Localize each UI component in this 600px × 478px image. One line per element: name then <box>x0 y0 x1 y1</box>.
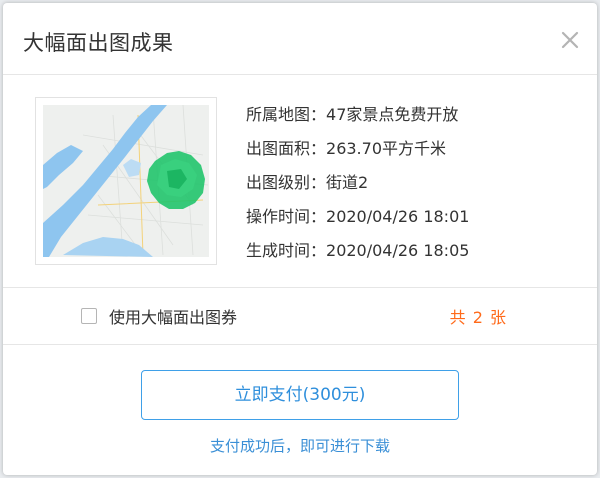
info-row-generated-time: 生成时间：2020/04/26 18:05 <box>246 239 469 273</box>
close-icon[interactable] <box>557 27 583 53</box>
info-row-area: 出图面积：263.70平方千米 <box>246 137 469 171</box>
pay-now-button[interactable]: 立即支付(300元) <box>141 370 459 420</box>
info-label: 出图面积： <box>246 139 327 158</box>
info-label: 操作时间： <box>246 207 327 226</box>
voucher-checkbox[interactable] <box>81 308 97 324</box>
dialog-title: 大幅面出图成果 <box>23 31 174 55</box>
payment-note: 支付成功后，即可进行下载 <box>209 437 390 455</box>
info-value: 47家景点免费开放 <box>326 105 459 124</box>
result-info-list: 所属地图：47家景点免费开放 出图面积：263.70平方千米 出图级别：街道2 … <box>246 103 469 273</box>
info-label: 生成时间： <box>246 241 327 260</box>
info-label: 所属地图： <box>246 105 327 124</box>
voucher-row: 使用大幅面出图券 共 2 张 <box>3 287 597 345</box>
info-label: 出图级别： <box>246 173 327 192</box>
dialog-header: 大幅面出图成果 <box>3 3 597 75</box>
info-row-level: 出图级别：街道2 <box>246 171 469 205</box>
map-thumbnail[interactable] <box>35 97 217 265</box>
info-value: 2020/04/26 18:05 <box>326 241 470 260</box>
map-preview-image <box>43 105 209 257</box>
info-value: 2020/04/26 18:01 <box>326 207 470 226</box>
result-dialog: 大幅面出图成果 所属地图：47家景点免费开放 出图面积：263.70平方千米 出… <box>3 3 597 475</box>
info-value: 263.70平方千米 <box>326 139 447 158</box>
voucher-label[interactable]: 使用大幅面出图券 <box>109 304 237 328</box>
voucher-count: 共 2 张 <box>449 308 507 327</box>
result-info-section: 所属地图：47家景点免费开放 出图面积：263.70平方千米 出图级别：街道2 … <box>3 75 597 287</box>
info-value: 街道2 <box>326 173 369 192</box>
info-row-operation-time: 操作时间：2020/04/26 18:01 <box>246 205 469 239</box>
info-row-map: 所属地图：47家景点免费开放 <box>246 103 469 137</box>
